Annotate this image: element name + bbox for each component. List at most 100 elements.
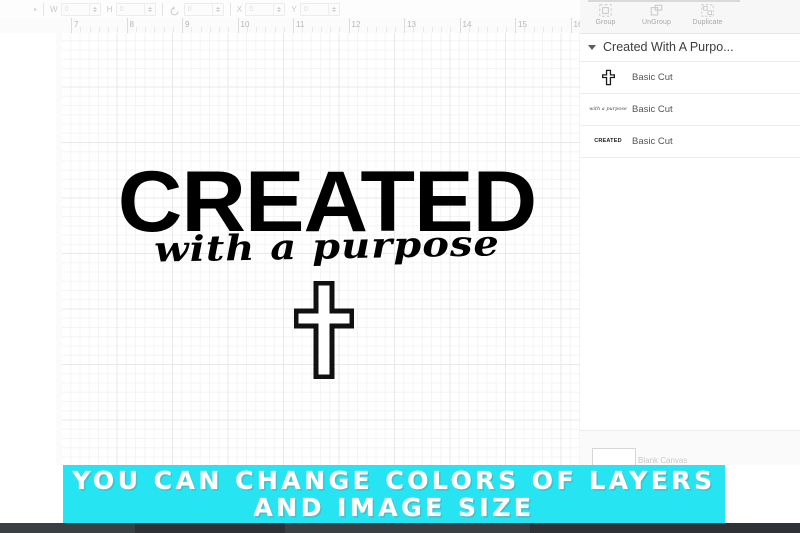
ruler-minor-tick [98,27,100,32]
ruler-minor-tick [450,27,452,32]
ruler-minor-tick [385,27,387,32]
y-field-group: Y 0 [291,2,340,16]
rotate-value: 0 [187,5,192,13]
ruler-minor-tick [487,27,489,32]
ruler-tick-label: 16 [573,20,581,29]
y-label: Y [291,4,297,14]
ruler-minor-tick [172,27,174,32]
toolbar-overflow-caret[interactable]: ▸ [34,6,37,13]
layer-name: Basic Cut [632,71,673,83]
ruler-minor-tick [200,27,202,32]
width-stepper[interactable] [88,3,100,15]
ruler-minor-tick [542,27,544,32]
ruler-minor-tick [413,27,415,32]
toolbar-divider [161,2,163,16]
ruler-minor-tick [478,27,479,32]
chevron-down-icon[interactable] [588,44,596,50]
duplicate-icon [701,4,714,17]
ruler-minor-tick [163,27,165,32]
ruler-minor-tick [367,27,368,32]
layers-panel: Group UnGroup Duplicate Created With A P… [580,0,800,478]
script-text-layer[interactable]: with a purpose [112,223,543,271]
height-label: H [106,4,113,14]
design-canvas[interactable]: CREATED with a purpose [62,33,580,465]
cross-thumb-icon [588,65,628,89]
ruler-minor-tick [274,27,276,32]
x-field-group: X 0 [236,2,286,16]
duplicate-label: Duplicate [692,19,723,26]
ruler-minor-tick [228,27,230,32]
group-label: Group [595,19,616,26]
y-stepper[interactable] [327,3,339,15]
ruler-minor-tick [256,27,257,32]
ruler-minor-tick [330,27,331,32]
taskbar-item[interactable] [530,523,800,533]
height-input[interactable]: 0 [115,2,156,16]
ruler-minor-tick [209,27,211,32]
layer-row[interactable]: with a purpose Basic Cut [580,93,800,126]
created-thumb-text: CREATED [594,138,622,144]
x-label: X [236,4,243,14]
layer-group-header[interactable]: Created With A Purpo... [580,33,800,62]
layer-row[interactable]: CREATED Basic Cut [580,125,800,158]
ungroup-icon [650,4,663,17]
blank-canvas-label: Blank Canvas [638,456,688,465]
y-input[interactable]: 0 [299,2,340,16]
layer-group-title: Created With A Purpo... [603,40,734,54]
ungroup-button[interactable]: UnGroup [631,0,682,26]
x-stepper[interactable] [273,3,284,15]
ruler-minor-tick [135,27,137,32]
ruler-minor-tick [89,27,91,32]
ruler-minor-tick [320,27,322,32]
promo-banner: YOU CAN CHANGE COLORS OF LAYERS AND IMAG… [63,465,725,523]
horizontal-ruler: 78910111213141516 [62,18,580,34]
cross-shape-layer[interactable] [293,280,355,380]
ruler-minor-tick [219,27,220,32]
height-value: 0 [119,5,124,13]
os-taskbar [0,523,800,533]
banner-line-2: AND IMAGE SIZE [253,493,535,522]
width-label: W [50,4,58,14]
panel-divider [580,430,800,431]
layer-row[interactable]: Basic Cut [580,61,800,94]
ruler-minor-tick [145,27,146,32]
ruler-minor-tick [376,27,378,32]
y-value: 0 [303,5,308,13]
script-thumb-icon: with a purpose [589,106,627,112]
toolbar-divider [43,2,45,16]
ungroup-label: UnGroup [641,19,672,26]
layer-name: Basic Cut [632,135,673,147]
layer-name: Basic Cut [632,103,673,115]
created-thumb-icon: CREATED [588,129,628,153]
rotate-input[interactable]: 0 [183,2,224,16]
x-input[interactable]: 0 [245,2,286,16]
height-stepper[interactable] [143,3,155,15]
ruler-tick-label: 9 [185,20,190,29]
width-field-group: W 0 [50,2,101,16]
ruler-minor-tick [524,27,526,32]
ruler-minor-tick [117,27,119,32]
toolbar-divider [229,2,231,16]
taskbar-item[interactable] [135,523,285,533]
ruler-minor-tick [302,27,304,32]
group-button[interactable]: Group [580,0,631,26]
left-margin [0,33,56,465]
width-input[interactable]: 0 [60,2,101,16]
duplicate-button[interactable]: Duplicate [682,0,733,26]
ruler-minor-tick [441,27,442,32]
ruler-corner [0,18,62,34]
rotate-icon[interactable] [169,4,180,15]
ruler-minor-tick [561,27,563,32]
ruler-minor-tick [394,27,396,32]
rotate-stepper[interactable] [211,3,223,15]
ruler-minor-tick [468,27,470,32]
ruler-tick-label: 8 [129,20,134,29]
ruler-minor-tick [505,27,507,32]
layer-actions-toolbar: Group UnGroup Duplicate [580,0,800,34]
ruler-tick-label: 7 [74,20,79,29]
artwork-group[interactable]: CREATED with a purpose [62,33,580,465]
group-icon [599,4,612,17]
ruler-minor-tick [422,27,424,32]
ruler-minor-tick [533,27,535,32]
ruler-minor-tick [154,27,156,32]
